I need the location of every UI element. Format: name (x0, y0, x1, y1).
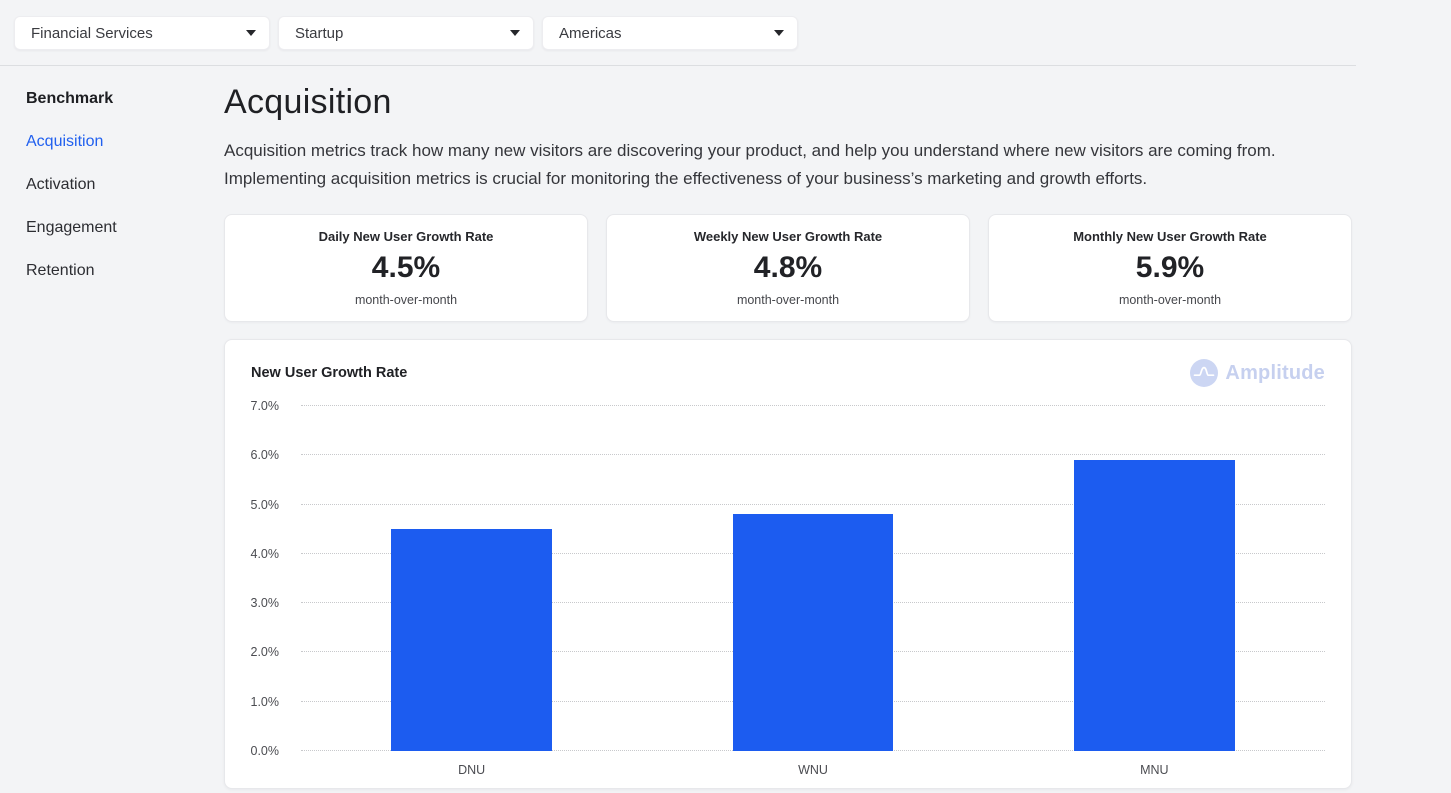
amplitude-watermark: Amplitude (1190, 359, 1325, 387)
region-dropdown-value: Americas (559, 25, 622, 42)
page-description: Acquisition metrics track how many new v… (224, 137, 1352, 193)
chevron-down-icon (246, 30, 256, 36)
metric-card-daily: Daily New User Growth Rate 4.5% month-ov… (224, 214, 588, 322)
metric-caption: month-over-month (225, 293, 587, 307)
bar-slot-dnu: DNU (301, 406, 642, 751)
metric-cards-row: Daily New User Growth Rate 4.5% month-ov… (224, 214, 1352, 322)
y-axis-tick-label: 2.0% (251, 645, 280, 659)
metric-title: Monthly New User Growth Rate (989, 229, 1351, 244)
y-axis-tick-label: 5.0% (251, 498, 280, 512)
x-axis-tick-label: WNU (642, 763, 983, 777)
metric-value: 4.5% (225, 251, 587, 285)
y-axis-tick-label: 6.0% (251, 448, 280, 462)
industry-dropdown[interactable]: Financial Services (14, 16, 270, 50)
bar-slot-wnu: WNU (642, 406, 983, 751)
benchmark-sidebar: Benchmark Acquisition Activation Engagem… (0, 66, 224, 789)
metric-value: 5.9% (989, 251, 1351, 285)
chart-plot: 0.0%1.0%2.0%3.0%4.0%5.0%6.0%7.0%DNUWNUMN… (301, 406, 1325, 751)
y-axis-tick-label: 0.0% (251, 744, 280, 758)
x-axis-tick-label: DNU (301, 763, 642, 777)
y-axis-tick-label: 1.0% (251, 695, 280, 709)
x-axis-tick-label: MNU (984, 763, 1325, 777)
metric-card-weekly: Weekly New User Growth Rate 4.8% month-o… (606, 214, 970, 322)
bar-dnu[interactable] (391, 529, 551, 751)
metric-caption: month-over-month (989, 293, 1351, 307)
sidebar-item-retention[interactable]: Retention (26, 262, 95, 280)
metric-caption: month-over-month (607, 293, 969, 307)
chevron-down-icon (774, 30, 784, 36)
page-title: Acquisition (224, 83, 1352, 122)
chart-title: New User Growth Rate (251, 365, 407, 381)
chart-header: New User Growth Rate Amplitude (251, 359, 1325, 387)
company-type-dropdown-value: Startup (295, 25, 343, 42)
chevron-down-icon (510, 30, 520, 36)
growth-rate-chart-card: New User Growth Rate Amplitude 0.0%1.0%2… (224, 339, 1352, 789)
bar-slot-mnu: MNU (984, 406, 1325, 751)
sidebar-item-activation[interactable]: Activation (26, 176, 95, 194)
company-type-dropdown[interactable]: Startup (278, 16, 534, 50)
bar-wnu[interactable] (733, 514, 893, 751)
sidebar-item-engagement[interactable]: Engagement (26, 219, 117, 237)
y-axis-tick-label: 4.0% (251, 547, 280, 561)
bar-mnu[interactable] (1074, 460, 1234, 751)
metric-title: Daily New User Growth Rate (225, 229, 587, 244)
metric-value: 4.8% (607, 251, 969, 285)
amplitude-logo-icon (1190, 359, 1218, 387)
bar-series: DNUWNUMNU (301, 406, 1325, 751)
watermark-label: Amplitude (1225, 362, 1325, 385)
sidebar-heading: Benchmark (26, 90, 224, 108)
metric-card-monthly: Monthly New User Growth Rate 5.9% month-… (988, 214, 1352, 322)
metric-title: Weekly New User Growth Rate (607, 229, 969, 244)
main-content: Acquisition Acquisition metrics track ho… (224, 66, 1352, 789)
industry-dropdown-value: Financial Services (31, 25, 153, 42)
sidebar-item-acquisition[interactable]: Acquisition (26, 133, 103, 151)
region-dropdown[interactable]: Americas (542, 16, 798, 50)
y-axis-tick-label: 7.0% (251, 399, 280, 413)
filters-topbar: Financial Services Startup Americas (0, 0, 1356, 66)
y-axis-tick-label: 3.0% (251, 596, 280, 610)
